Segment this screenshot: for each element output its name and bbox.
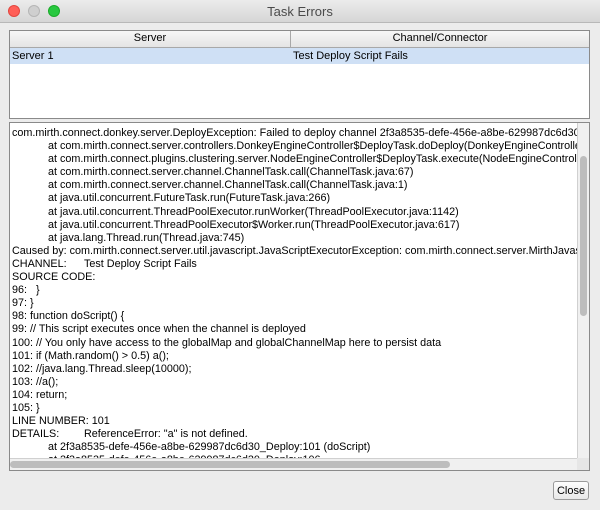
log-line: 101: if (Math.random() > 0.5) a(); bbox=[12, 349, 169, 362]
log-line: 100: // You only have access to the glob… bbox=[12, 336, 442, 349]
log-line: at 2f3a8535-defe-456e-a8be-629987dc6d30_… bbox=[12, 441, 371, 454]
log-line: 97: } bbox=[12, 297, 34, 310]
log-line: CHANNEL: Test Deploy Script Fails bbox=[12, 257, 197, 270]
horizontal-scrollbar[interactable] bbox=[10, 458, 577, 470]
log-line: at java.util.concurrent.FutureTask.run(F… bbox=[12, 192, 331, 205]
log-line: at com.mirth.connect.server.controllers.… bbox=[12, 140, 577, 153]
log-line: at com.mirth.connect.plugins.clustering.… bbox=[12, 153, 577, 166]
window-title: Task Errors bbox=[267, 4, 333, 19]
error-details-pane[interactable]: com.mirth.connect.donkey.server.DeployEx… bbox=[9, 122, 590, 471]
scroll-corner bbox=[577, 458, 589, 470]
table-header: Server Channel/Connector bbox=[10, 31, 589, 48]
vertical-scroll-thumb[interactable] bbox=[580, 156, 587, 316]
log-line: 99: // This script executes once when th… bbox=[12, 323, 306, 336]
vertical-scrollbar[interactable] bbox=[577, 123, 589, 458]
log-line: 105: } bbox=[12, 401, 40, 414]
cell-channel: Test Deploy Script Fails bbox=[293, 50, 408, 62]
column-header-server[interactable]: Server bbox=[10, 31, 291, 47]
log-line: 102: //java.lang.Thread.sleep(10000); bbox=[12, 362, 192, 375]
log-line: Caused by: com.mirth.connect.server.util… bbox=[12, 244, 577, 257]
log-line: SOURCE CODE: bbox=[12, 271, 96, 284]
log-line: DETAILS: ReferenceError: "a" is not defi… bbox=[12, 428, 248, 441]
table-row[interactable]: Server 1 Test Deploy Script Fails bbox=[10, 48, 589, 64]
log-line: at com.mirth.connect.server.channel.Chan… bbox=[12, 179, 408, 192]
log-line: at java.util.concurrent.ThreadPoolExecut… bbox=[12, 218, 460, 231]
log-line: at java.util.concurrent.ThreadPoolExecut… bbox=[12, 205, 459, 218]
log-line: 104: return; bbox=[12, 388, 68, 401]
log-line: 96: } bbox=[12, 284, 40, 297]
log-line: 98: function doScript() { bbox=[12, 310, 125, 323]
log-line: at com.mirth.connect.server.channel.Chan… bbox=[12, 166, 414, 179]
log-line: com.mirth.connect.donkey.server.DeployEx… bbox=[12, 127, 577, 139]
title-bar: Task Errors bbox=[0, 0, 600, 23]
close-button[interactable]: Close bbox=[553, 481, 589, 500]
log-line: LINE NUMBER: 101 bbox=[12, 415, 110, 428]
column-header-channel[interactable]: Channel/Connector bbox=[291, 31, 589, 47]
log-line: 103: //a(); bbox=[12, 375, 59, 388]
log-line: at java.lang.Thread.run(Thread.java:745) bbox=[12, 231, 245, 244]
horizontal-scroll-thumb[interactable] bbox=[10, 461, 450, 468]
errors-table: Server Channel/Connector Server 1 Test D… bbox=[9, 30, 590, 119]
cell-server: Server 1 bbox=[12, 50, 54, 62]
error-log-text[interactable]: com.mirth.connect.donkey.server.DeployEx… bbox=[10, 123, 577, 458]
